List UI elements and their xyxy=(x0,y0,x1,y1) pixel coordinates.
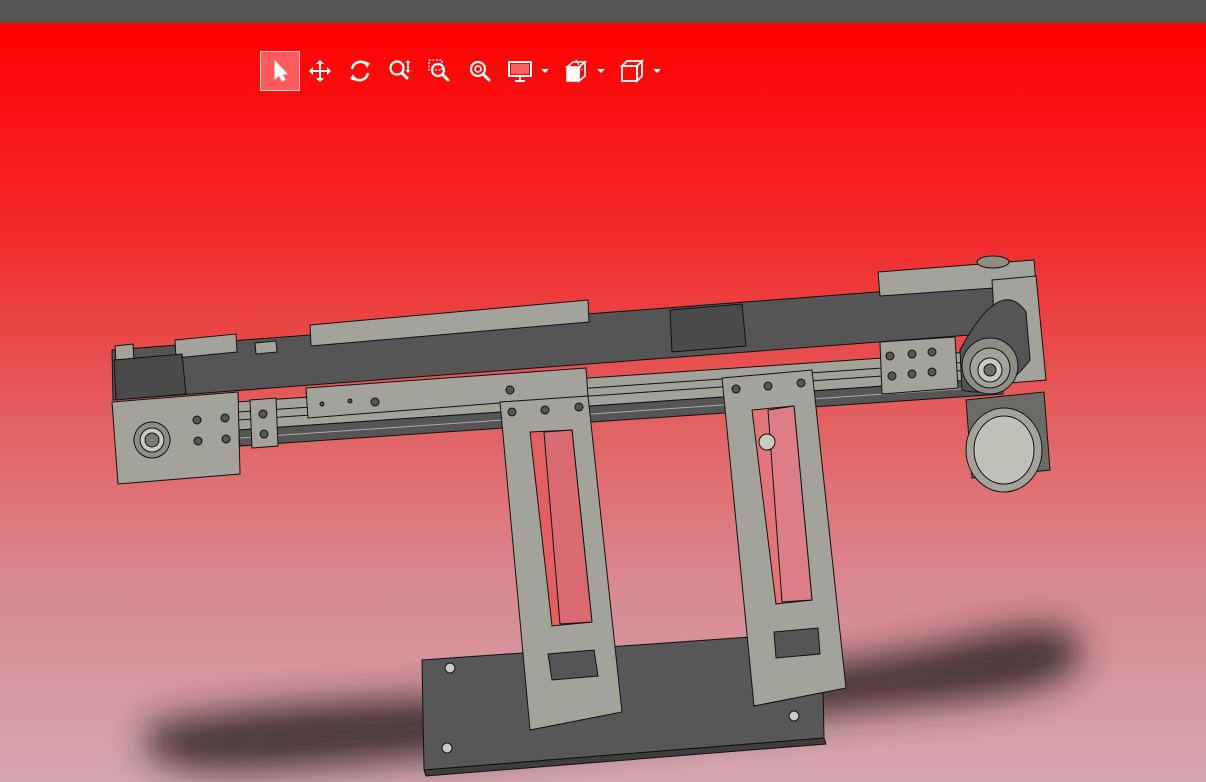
chevron-down-icon xyxy=(653,69,661,73)
left-end-plate xyxy=(111,391,279,485)
3d-viewport[interactable] xyxy=(0,23,1206,782)
section-view-dropdown[interactable] xyxy=(596,51,606,91)
zoom-window-icon xyxy=(428,59,450,82)
rotate-tool-button[interactable] xyxy=(340,51,380,91)
zoom-fit-icon xyxy=(469,60,491,82)
select-arrow-icon xyxy=(274,60,288,82)
window-top-bar xyxy=(0,0,1206,23)
pan-tool-button[interactable] xyxy=(300,51,340,91)
section-view-group xyxy=(556,51,606,91)
chevron-down-icon xyxy=(597,69,605,73)
zoom-icon xyxy=(389,60,411,80)
view-toolbar xyxy=(260,51,668,91)
view-orientation-dropdown[interactable] xyxy=(652,51,662,91)
zoom-tool-button[interactable] xyxy=(380,51,420,91)
section-view-icon xyxy=(564,59,588,83)
display-monitor-icon xyxy=(508,61,532,82)
conveyor-model[interactable] xyxy=(0,23,1206,782)
display-mode-group xyxy=(500,51,550,91)
display-mode-button[interactable] xyxy=(500,51,540,91)
view-orientation-group xyxy=(612,51,662,91)
pan-move-icon xyxy=(309,60,331,82)
chevron-down-icon xyxy=(541,69,549,73)
rotate-icon xyxy=(350,60,370,82)
select-tool-button[interactable] xyxy=(260,51,300,91)
zoom-fit-button[interactable] xyxy=(460,51,500,91)
section-view-button[interactable] xyxy=(556,51,596,91)
zoom-window-button[interactable] xyxy=(420,51,460,91)
display-mode-dropdown[interactable] xyxy=(540,51,550,91)
view-orientation-button[interactable] xyxy=(612,51,652,91)
view-cube-icon xyxy=(619,58,645,84)
